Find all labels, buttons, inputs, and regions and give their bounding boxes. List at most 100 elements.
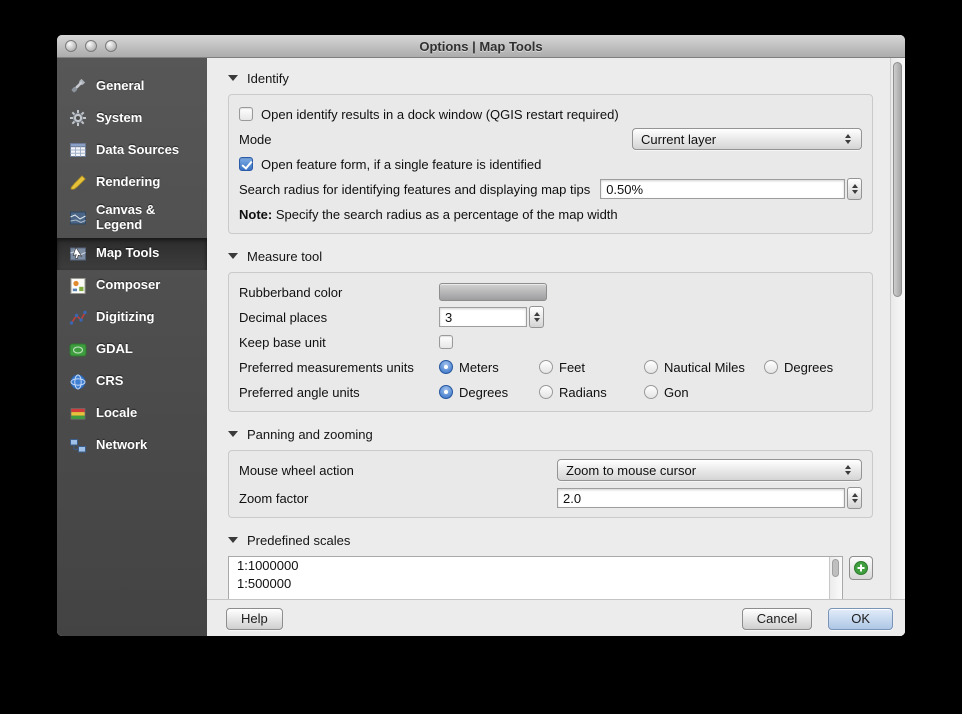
predefined-scales-list[interactable]: 1:1000000 1:500000 — [228, 556, 843, 599]
vertical-scrollbar-thumb[interactable] — [893, 62, 902, 297]
popup-arrows-icon — [840, 134, 861, 144]
radio-label: Gon — [664, 385, 689, 400]
radio-units-nautical-miles[interactable]: Nautical Miles — [644, 360, 764, 375]
ok-button[interactable]: OK — [828, 608, 893, 630]
collapse-triangle-icon — [228, 537, 238, 543]
search-radius-label: Search radius for identifying features a… — [239, 182, 590, 197]
radio-icon — [644, 385, 658, 399]
sidebar-item-label: Canvas & Legend — [96, 203, 194, 233]
section-scales-header[interactable]: Predefined scales — [228, 532, 873, 548]
sidebar-item-system[interactable]: System — [57, 102, 207, 134]
scale-list-item[interactable]: 1:500000 — [229, 575, 842, 593]
network-icon — [67, 435, 89, 457]
vertical-scrollbar[interactable] — [890, 58, 905, 599]
sidebar-item-composer[interactable]: Composer — [57, 270, 207, 302]
radio-angle-degrees[interactable]: Degrees — [439, 385, 539, 400]
mouse-wheel-select[interactable]: Zoom to mouse cursor — [557, 459, 862, 481]
radio-label: Nautical Miles — [664, 360, 745, 375]
traffic-lights — [65, 35, 117, 57]
feature-form-checkbox[interactable] — [239, 157, 253, 171]
wrench-icon — [67, 75, 89, 97]
mode-label: Mode — [239, 132, 272, 147]
section-title: Panning and zooming — [247, 427, 373, 442]
table-icon — [67, 139, 89, 161]
decimal-places-input[interactable] — [439, 307, 527, 327]
gdal-icon — [67, 339, 89, 361]
options-window: Options | Map Tools General System Data … — [57, 35, 905, 636]
scale-list-item[interactable]: 1:1000000 — [229, 557, 842, 575]
sidebar-item-crs[interactable]: CRS — [57, 366, 207, 398]
zoom-window-button[interactable] — [105, 40, 117, 52]
section-panning-header[interactable]: Panning and zooming — [228, 426, 873, 442]
sidebar-item-map-tools[interactable]: Map Tools — [57, 238, 207, 270]
radio-label: Feet — [559, 360, 585, 375]
sidebar-item-label: Map Tools — [96, 246, 159, 261]
flag-icon — [67, 403, 89, 425]
sidebar-item-rendering[interactable]: Rendering — [57, 166, 207, 198]
measure-group: Rubberband color Decimal places Keep bas… — [228, 272, 873, 412]
sidebar-item-label: Locale — [96, 406, 137, 421]
radio-label: Degrees — [784, 360, 833, 375]
sidebar-item-network[interactable]: Network — [57, 430, 207, 462]
sidebar-item-data-sources[interactable]: Data Sources — [57, 134, 207, 166]
radio-icon — [439, 385, 453, 399]
radio-icon — [644, 360, 658, 374]
sidebar-item-digitizing[interactable]: Digitizing — [57, 302, 207, 334]
cancel-button[interactable]: Cancel — [742, 608, 812, 630]
add-scale-button[interactable] — [849, 556, 873, 580]
sidebar-item-gdal[interactable]: GDAL — [57, 334, 207, 366]
window-title: Options | Map Tools — [419, 39, 542, 54]
angle-units-label: Preferred angle units — [239, 385, 439, 400]
dialog-footer: Help Cancel OK — [207, 599, 905, 636]
sidebar: General System Data Sources Rendering Ca… — [57, 58, 207, 636]
identify-mode-value: Current layer — [641, 132, 716, 147]
section-identify-header[interactable]: Identify — [228, 70, 873, 86]
gear-icon — [67, 107, 89, 129]
sidebar-item-locale[interactable]: Locale — [57, 398, 207, 430]
zoom-factor-stepper[interactable] — [847, 487, 862, 509]
sidebar-item-general[interactable]: General — [57, 70, 207, 102]
radio-units-meters[interactable]: Meters — [439, 360, 539, 375]
identify-group: Open identify results in a dock window (… — [228, 94, 873, 234]
collapse-triangle-icon — [228, 75, 238, 81]
sidebar-item-label: Rendering — [96, 175, 160, 190]
sidebar-item-label: CRS — [96, 374, 123, 389]
list-scrollbar-thumb[interactable] — [832, 559, 839, 577]
search-radius-input[interactable] — [600, 179, 845, 199]
predefined-scales-row: 1:1000000 1:500000 — [228, 556, 873, 599]
popup-arrows-icon — [840, 465, 861, 475]
list-scrollbar[interactable] — [829, 557, 842, 599]
feature-form-label: Open feature form, if a single feature i… — [261, 157, 541, 172]
identify-mode-select[interactable]: Current layer — [632, 128, 862, 150]
decimal-places-stepper[interactable] — [529, 306, 544, 328]
keep-base-unit-checkbox[interactable] — [439, 335, 453, 349]
minimize-window-button[interactable] — [85, 40, 97, 52]
sidebar-item-label: Composer — [96, 278, 160, 293]
radio-angle-gon[interactable]: Gon — [644, 385, 689, 400]
plus-icon — [853, 560, 869, 576]
panning-group: Mouse wheel action Zoom to mouse cursor … — [228, 450, 873, 518]
section-measure-header[interactable]: Measure tool — [228, 248, 873, 264]
radio-icon — [439, 360, 453, 374]
sidebar-item-label: Network — [96, 438, 147, 453]
help-button[interactable]: Help — [226, 608, 283, 630]
close-window-button[interactable] — [65, 40, 77, 52]
search-radius-stepper[interactable] — [847, 178, 862, 200]
collapse-triangle-icon — [228, 431, 238, 437]
window-titlebar[interactable]: Options | Map Tools — [57, 35, 905, 58]
zoom-factor-input[interactable] — [557, 488, 845, 508]
dock-window-checkbox[interactable] — [239, 107, 253, 121]
sidebar-item-canvas-legend[interactable]: Canvas & Legend — [57, 198, 207, 238]
search-radius-note: Note: Specify the search radius as a per… — [239, 207, 618, 222]
radio-units-feet[interactable]: Feet — [539, 360, 644, 375]
map-cursor-icon — [67, 243, 89, 265]
rubberband-color-button[interactable] — [439, 283, 547, 301]
settings-pane: Identify Open identify results in a dock… — [207, 58, 905, 636]
section-title: Measure tool — [247, 249, 322, 264]
dock-window-label: Open identify results in a dock window (… — [261, 107, 619, 122]
sidebar-item-label: GDAL — [96, 342, 133, 357]
radio-angle-radians[interactable]: Radians — [539, 385, 644, 400]
sidebar-item-label: General — [96, 79, 144, 94]
radio-units-degrees[interactable]: Degrees — [764, 360, 833, 375]
radio-label: Radians — [559, 385, 607, 400]
